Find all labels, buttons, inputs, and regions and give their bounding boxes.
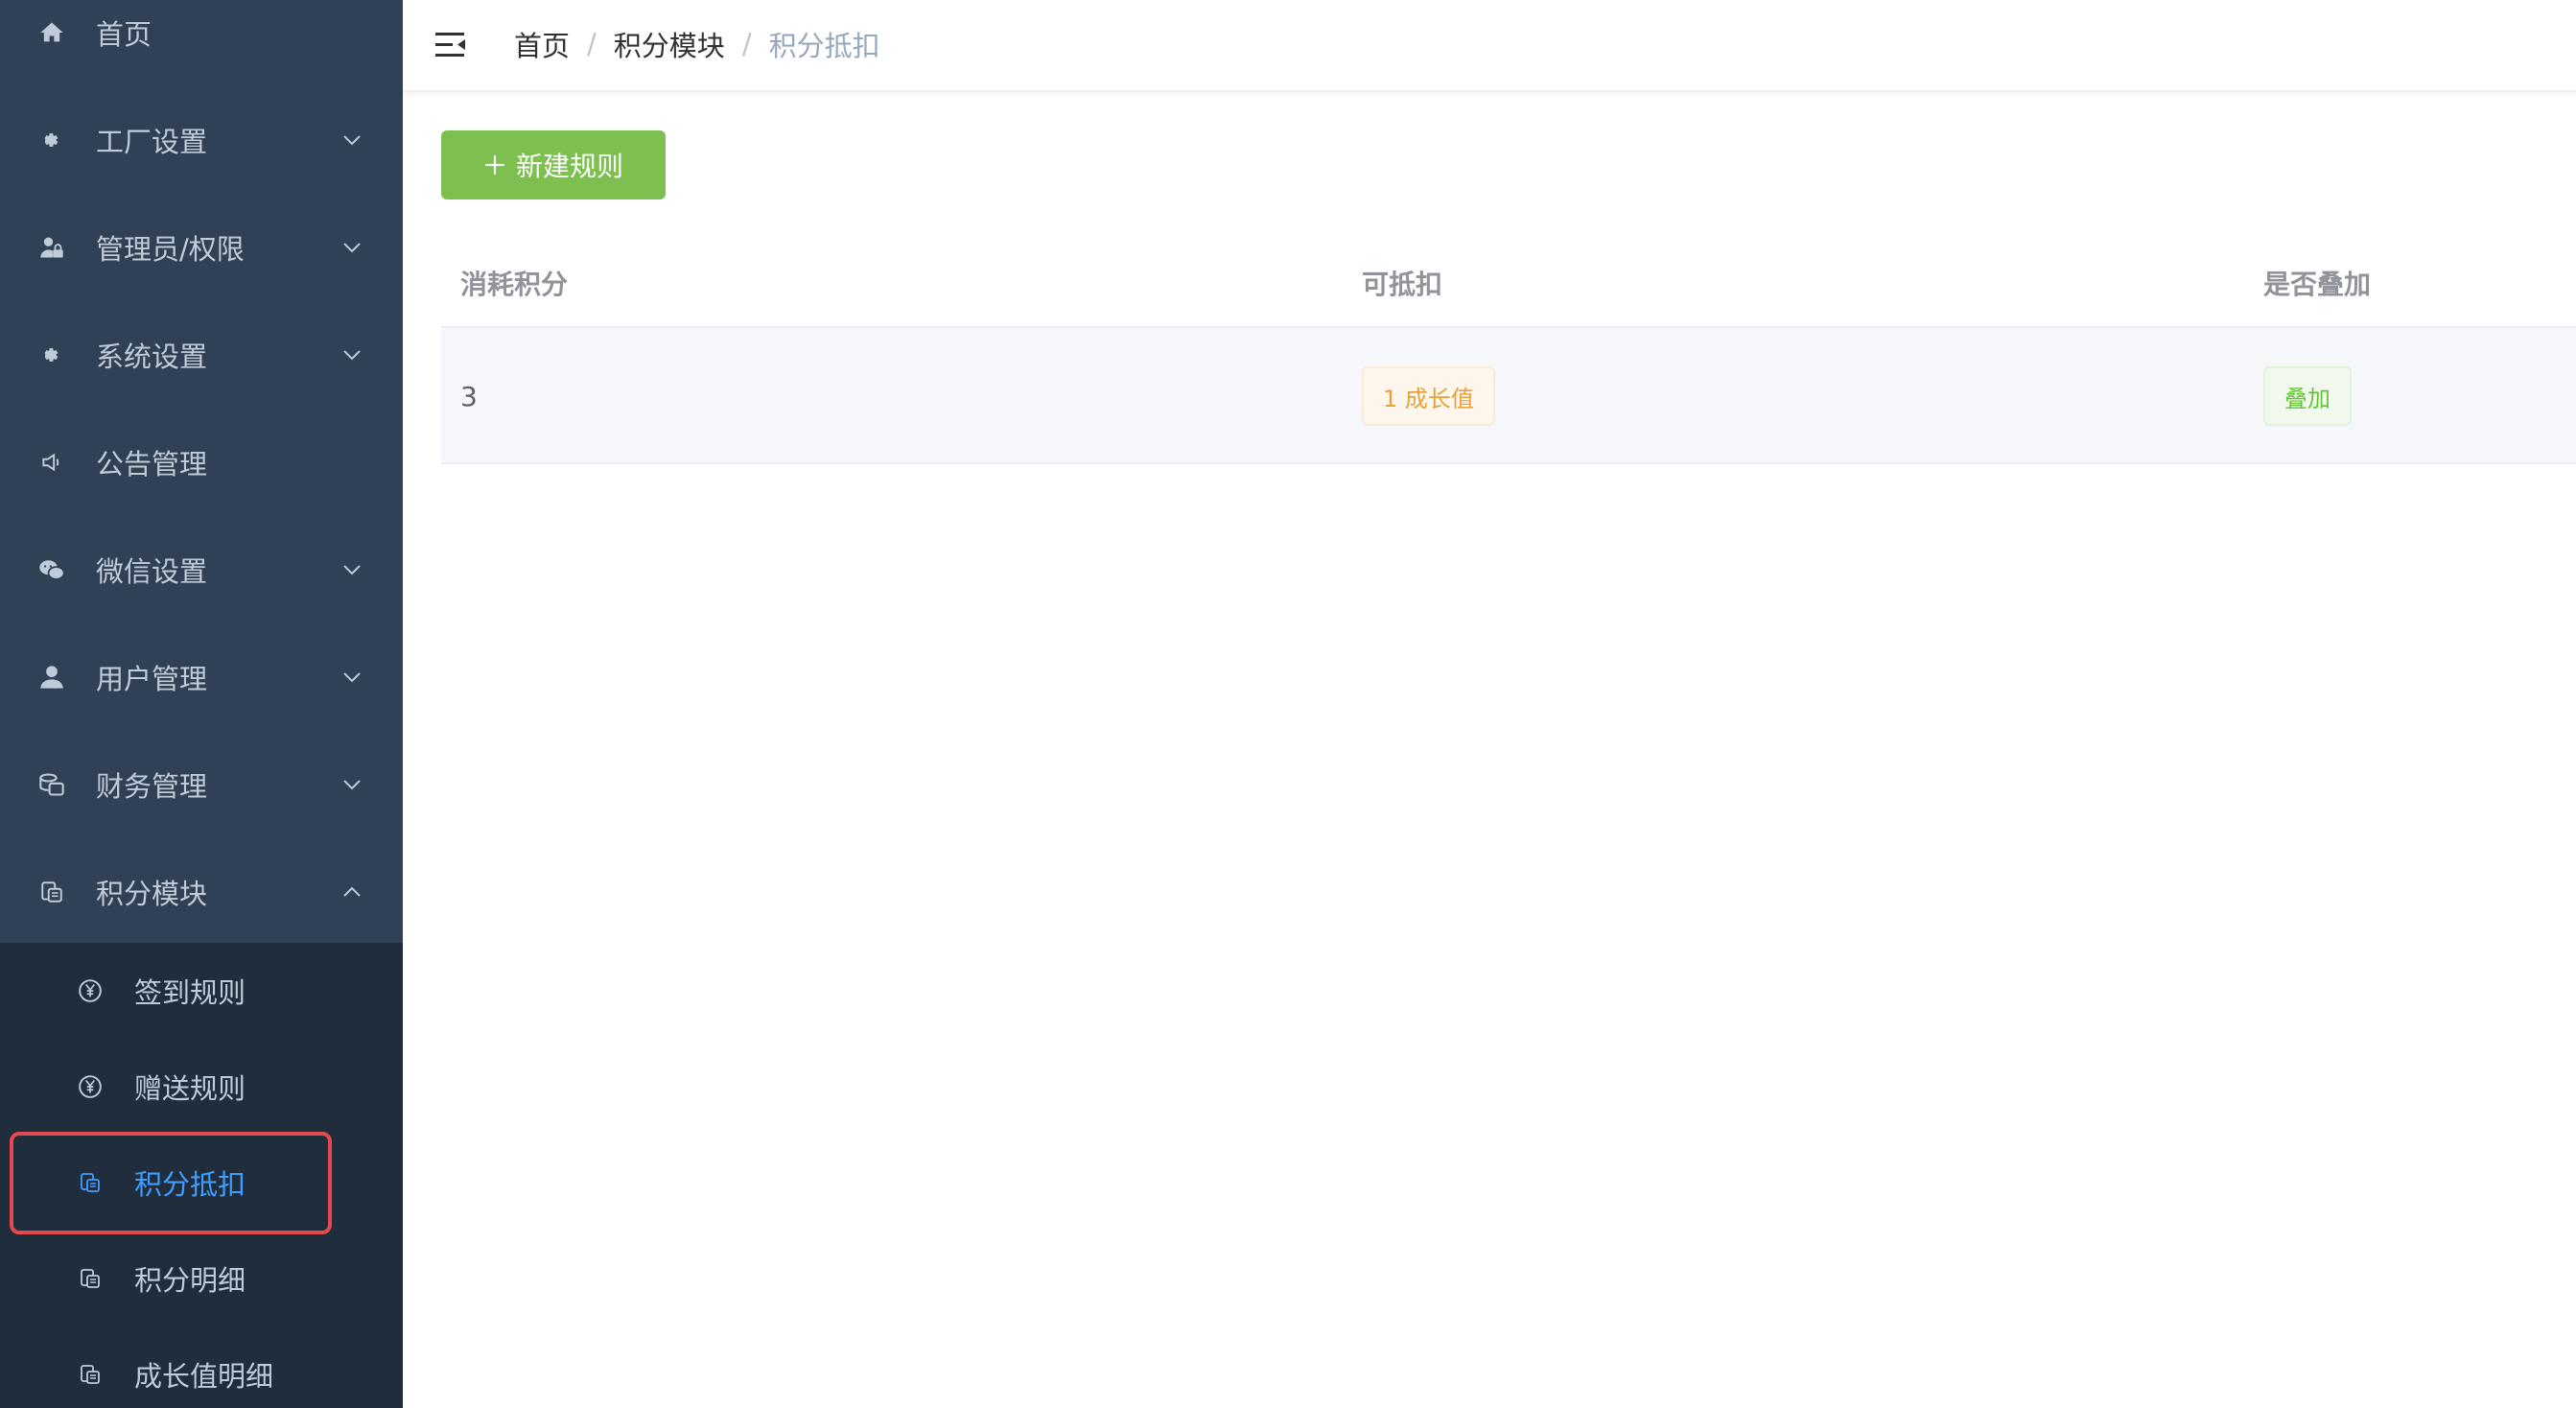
points-icon: [77, 1361, 104, 1388]
gear-icon: [36, 125, 67, 155]
new-rule-label: 新建规则: [515, 151, 623, 182]
sidebar-item-label: 微信设置: [96, 555, 208, 588]
sidebar-item-admin-permissions[interactable]: 管理员/权限: [0, 194, 403, 301]
points-icon: [77, 1169, 104, 1196]
breadcrumb-separator: /: [741, 28, 752, 60]
table-header: 消耗积分 可抵扣 是否叠加: [441, 238, 2576, 328]
sidebar-item-label: 公告管理: [96, 448, 208, 481]
yen-circle-icon: [77, 1073, 104, 1100]
column-header-stackable: 是否叠加: [2263, 269, 2372, 300]
submenu-item-checkin-rules[interactable]: 签到规则: [0, 943, 403, 1039]
sidebar-item-label: 工厂设置: [96, 126, 208, 158]
chevron-down-icon: [341, 344, 363, 365]
sidebar-item-label: 积分模块: [96, 878, 208, 910]
sidebar-item-points-module[interactable]: 积分模块: [0, 838, 403, 946]
wechat-icon: [36, 554, 67, 585]
sidebar-item-label: 首页: [96, 18, 152, 51]
sidebar-item-announcements[interactable]: 公告管理: [0, 409, 403, 516]
submenu-item-label: 积分明细: [134, 1264, 246, 1297]
sidebar-item-label: 用户管理: [96, 663, 208, 695]
sidebar-item-label: 财务管理: [96, 770, 208, 803]
sidebar-item-finance-management[interactable]: 财务管理: [0, 731, 403, 838]
submenu-item-points-deduction[interactable]: 积分抵扣: [0, 1135, 403, 1231]
column-header-points-consumed: 消耗积分: [460, 269, 569, 300]
breadcrumb-current: 积分抵扣: [768, 30, 880, 62]
gear-icon: [36, 340, 67, 370]
breadcrumb-points-module[interactable]: 积分模块: [614, 24, 725, 64]
points-submenu: 签到规则 赠送规则 积分抵扣 积分明细 成长值明细: [0, 943, 403, 1408]
stackable-tag: 叠加: [2263, 366, 2352, 426]
submenu-item-label: 签到规则: [134, 976, 246, 1009]
plus-icon: [484, 155, 504, 175]
home-icon: [36, 17, 67, 48]
top-navbar: 首页 / 积分模块 / 积分抵扣: [403, 0, 2576, 92]
sidebar-item-label: 系统设置: [96, 340, 208, 373]
sidebar-item-user-management[interactable]: 用户管理: [0, 623, 403, 731]
submenu-item-label: 赠送规则: [134, 1072, 246, 1105]
submenu-item-label: 成长值明细: [134, 1360, 274, 1393]
chevron-down-icon: [341, 237, 363, 258]
user-icon: [36, 662, 67, 692]
sidebar: 首页 工厂设置 管理员/权限 系统设置 公告管理 微信设置 用户管理 财务管理 …: [0, 0, 403, 1408]
deduction-rules-table: 消耗积分 可抵扣 是否叠加 3 1 成长值 叠加: [441, 238, 2576, 464]
chevron-down-icon: [341, 129, 363, 151]
column-header-deductible: 可抵扣: [1362, 269, 1443, 300]
chevron-down-icon: [341, 667, 363, 688]
sidebar-item-system-settings[interactable]: 系统设置: [0, 301, 403, 409]
app: 首页 工厂设置 管理员/权限 系统设置 公告管理 微信设置 用户管理 财务管理 …: [0, 0, 2576, 1408]
breadcrumb-separator: /: [587, 28, 597, 60]
sidebar-item-wechat-settings[interactable]: 微信设置: [0, 516, 403, 623]
admin-lock-icon: [36, 232, 67, 263]
cell-points-consumed: 3: [460, 380, 478, 412]
chevron-up-icon: [341, 881, 363, 903]
sidebar-item-label: 管理员/权限: [96, 233, 245, 266]
submenu-item-label: 积分抵扣: [134, 1168, 246, 1201]
main-content: 新建规则 消耗积分 可抵扣 是否叠加 3 1 成长值 叠加: [403, 94, 2576, 1408]
submenu-item-growth-details[interactable]: 成长值明细: [0, 1326, 403, 1408]
chevron-down-icon: [341, 774, 363, 795]
yen-circle-icon: [77, 977, 104, 1004]
sidebar-toggle-icon[interactable]: [433, 29, 468, 61]
coins-icon: [36, 769, 67, 800]
cell-stackable: 叠加: [2263, 328, 2352, 464]
deductible-tag: 1 成长值: [1362, 366, 1495, 426]
breadcrumb-home[interactable]: 首页: [514, 24, 570, 64]
cell-deductible: 1 成长值: [1362, 328, 1495, 464]
chevron-down-icon: [341, 559, 363, 580]
sidebar-item-factory-settings[interactable]: 工厂设置: [0, 86, 403, 194]
submenu-item-points-details[interactable]: 积分明细: [0, 1231, 403, 1326]
sidebar-item-home[interactable]: 首页: [0, 0, 403, 86]
speaker-icon: [36, 447, 67, 478]
table-row[interactable]: 3 1 成长值 叠加: [441, 328, 2576, 464]
points-icon: [36, 877, 67, 907]
points-icon: [77, 1265, 104, 1292]
breadcrumb: 首页 / 积分模块 / 积分抵扣: [514, 25, 880, 63]
submenu-item-gift-rules[interactable]: 赠送规则: [0, 1039, 403, 1135]
new-rule-button[interactable]: 新建规则: [441, 130, 666, 199]
